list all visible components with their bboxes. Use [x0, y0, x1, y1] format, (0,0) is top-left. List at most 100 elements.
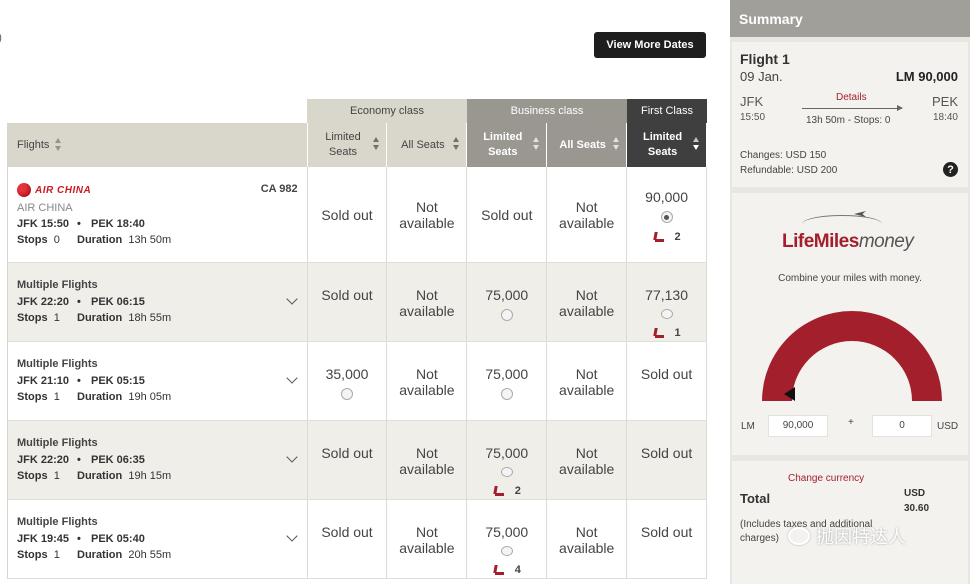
- economy-all-seats-header[interactable]: All Seats: [387, 123, 468, 167]
- business-limited-seats-label: Limited Seats: [483, 131, 523, 158]
- usd-amount-input[interactable]: 0: [872, 415, 932, 437]
- business-all-cell: Not available: [547, 263, 628, 341]
- duration-value: 18h 55m: [128, 312, 172, 324]
- fare-status: Not available: [559, 445, 615, 477]
- table-row: AIR CHINA AIR CHINA CA 982 JFK 15:50 • P…: [8, 167, 708, 263]
- stops-duration: Stops 1 Duration 20h 55m: [17, 549, 307, 561]
- business-all-cell: Not available: [547, 167, 628, 262]
- economy-limited-cell: Sold out: [308, 167, 388, 262]
- seat-icon: [653, 328, 665, 339]
- flight-info-cell: Multiple Flights JFK 19:45 • PEK 05:40 S…: [8, 500, 308, 578]
- seats-left: 2: [493, 483, 521, 499]
- table-row: Multiple Flights JFK 22:20 • PEK 06:35 S…: [8, 421, 708, 500]
- stops-duration: Stops 1 Duration 19h 15m: [17, 470, 307, 482]
- duration-value: 19h 05m: [128, 391, 172, 403]
- fare-radio[interactable]: [500, 388, 513, 400]
- wechat-icon: [788, 527, 810, 545]
- economy-limited-seats-header[interactable]: Limited Seats: [307, 123, 388, 167]
- seats-left: 2: [653, 229, 681, 245]
- arrival: PEK 06:15: [91, 296, 145, 308]
- change-currency-link[interactable]: Change currency: [788, 473, 864, 484]
- lm-amount-input[interactable]: 90,000: [768, 415, 828, 437]
- stops-label: Stops: [17, 391, 48, 403]
- first-limited-cell: Sold out: [627, 342, 708, 420]
- business-limited-cell: Sold out: [467, 167, 548, 262]
- miles-money-gauge[interactable]: [752, 301, 952, 403]
- business-limited-cell: 75,000: [467, 342, 548, 420]
- arrival: PEK 18:40: [91, 218, 145, 230]
- fare-status: Sold out: [640, 524, 693, 540]
- origin-code: JFK: [740, 94, 764, 109]
- watermark: 抛因特达人: [788, 523, 906, 549]
- lm-label: LM: [741, 421, 755, 432]
- arrival-time: 18:40: [932, 112, 958, 123]
- sort-icon[interactable]: [55, 138, 62, 152]
- economy-limited-seats-label: Limited Seats: [325, 131, 361, 158]
- fare-status: Sold out: [321, 287, 373, 303]
- stops-value: 1: [53, 549, 60, 561]
- route: JFK 15:50 • PEK 18:40: [17, 218, 145, 230]
- details-link[interactable]: Details: [836, 92, 867, 103]
- sort-icon[interactable]: [453, 137, 460, 151]
- table-row: Multiple Flights JFK 19:45 • PEK 05:40 S…: [8, 500, 708, 579]
- sort-icon[interactable]: [613, 137, 620, 151]
- business-limited-seats-header[interactable]: Limited Seats: [467, 123, 548, 167]
- multiple-flights-title: Multiple Flights: [17, 279, 98, 291]
- stray-paren: ): [0, 30, 2, 44]
- table-row: Multiple Flights JFK 22:20 • PEK 06:15 S…: [8, 263, 708, 342]
- economy-all-cell: Not available: [387, 500, 468, 578]
- fare-radio[interactable]: [500, 309, 513, 321]
- duration-label: Duration: [77, 391, 123, 403]
- flights-column-header[interactable]: Flights: [8, 123, 308, 167]
- total-card: Change currency Total USD 30.60 (Include…: [732, 461, 968, 584]
- flight-summary-card: Flight 1 09 Jan. LM 90,000 JFK 15:50 PEK…: [732, 42, 968, 187]
- flight-date: 09 Jan.: [740, 69, 783, 84]
- summary-header: Summary: [730, 0, 970, 37]
- fare-status: Sold out: [321, 445, 373, 461]
- seat-icon: [653, 232, 665, 243]
- flight-info-cell: AIR CHINA AIR CHINA CA 982 JFK 15:50 • P…: [8, 167, 308, 262]
- duration-value: 13h 50m: [128, 234, 172, 246]
- stops-value: 1: [53, 391, 60, 403]
- fare-status: Not available: [559, 524, 615, 556]
- business-all-seats-header[interactable]: All Seats: [547, 123, 628, 167]
- combine-text: Combine your miles with money.: [778, 273, 922, 284]
- fare-miles: 77,130: [645, 287, 688, 303]
- departure: JFK 21:10: [17, 375, 69, 387]
- fare-radio[interactable]: [500, 467, 513, 477]
- stops-duration: Stops 1 Duration 18h 55m: [17, 312, 307, 324]
- duration-stops: 13h 50m - Stops: 0: [806, 115, 891, 126]
- first-limited-cell: 77,130 1: [627, 263, 708, 341]
- departure: JFK 22:20: [17, 454, 69, 466]
- fare-radio[interactable]: [660, 211, 673, 223]
- fare-status: Sold out: [640, 366, 693, 382]
- lifemiles-money-card: LifeMilesmoney Combine your miles with m…: [732, 193, 968, 455]
- sort-icon[interactable]: [373, 137, 380, 151]
- business-limited-cell: 75,000 4: [467, 500, 548, 578]
- sort-icon[interactable]: [693, 137, 700, 151]
- fare-miles: 75,000: [485, 445, 529, 461]
- sort-icon[interactable]: [533, 137, 540, 151]
- economy-all-cell: Not available: [387, 263, 468, 341]
- departure: JFK 19:45: [17, 533, 69, 545]
- fare-radio[interactable]: [660, 309, 673, 319]
- fare-status: Not available: [399, 445, 455, 477]
- fare-radio[interactable]: [341, 388, 354, 400]
- economy-limited-cell: Sold out: [308, 421, 388, 499]
- seats-count: 2: [514, 485, 521, 497]
- lifemiles-money-word: money: [858, 231, 914, 252]
- total-label: Total: [740, 491, 771, 506]
- first-limited-seats-header[interactable]: Limited Seats: [627, 123, 707, 167]
- destination-code: PEK: [931, 94, 958, 109]
- help-icon[interactable]: ?: [943, 162, 958, 177]
- fare-status: Sold out: [640, 445, 693, 461]
- view-more-dates-button[interactable]: View More Dates: [594, 32, 706, 58]
- business-all-cell: Not available: [547, 342, 628, 420]
- economy-all-cell: Not available: [387, 421, 468, 499]
- flight-label: Flight 1: [740, 51, 790, 67]
- business-class-header: Business class: [467, 99, 627, 123]
- lifemiles-logo: LifeMilesmoney: [782, 231, 914, 253]
- first-limited-cell: 90,000 2: [627, 167, 708, 262]
- airline-name: AIR CHINA: [17, 202, 73, 214]
- fare-radio[interactable]: [500, 546, 513, 556]
